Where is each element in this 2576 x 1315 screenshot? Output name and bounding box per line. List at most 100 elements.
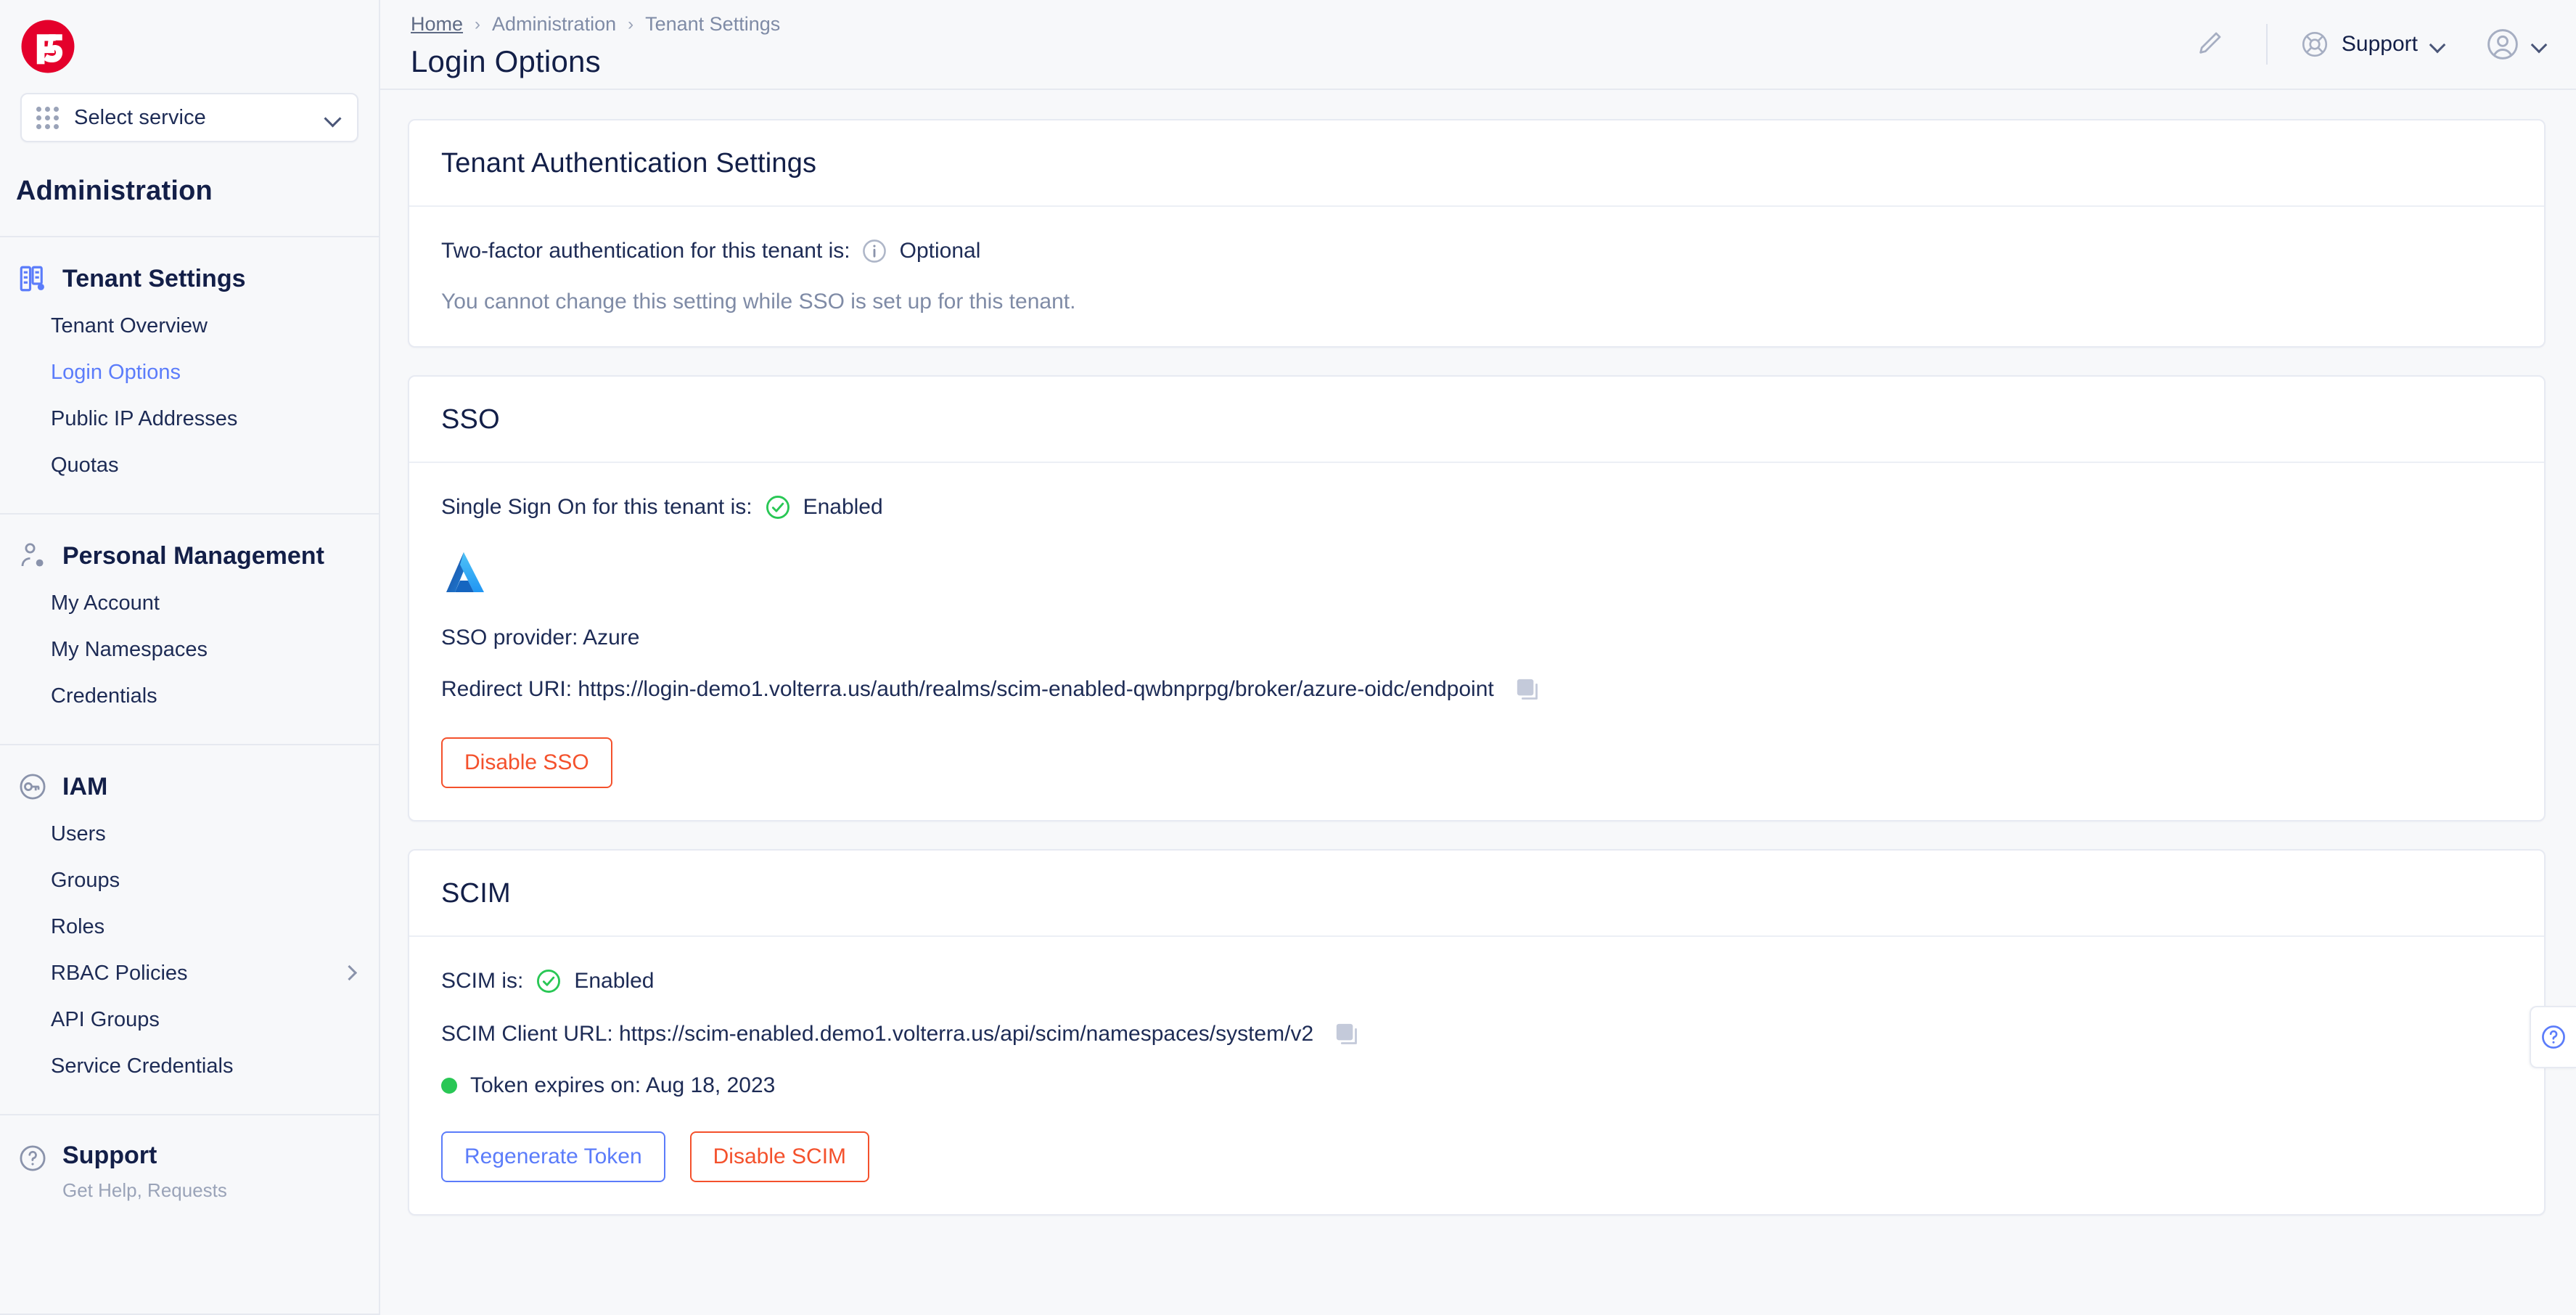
user-avatar-icon [2487,29,2518,60]
divider [2265,24,2268,65]
sidebar-item-label: My Namespaces [51,637,208,661]
question-circle-icon [16,1142,49,1175]
breadcrumb-item-tenant-settings[interactable]: Tenant Settings [645,13,780,36]
card-scim: SCIM SCIM is: Enabled SCIM Client URL: h… [408,849,2546,1216]
copy-icon[interactable] [1332,1020,1361,1049]
sidebar-item-my-account[interactable]: My Account [0,580,379,626]
pencil-icon[interactable] [2188,23,2230,65]
disable-scim-button[interactable]: Disable SCIM [689,1131,870,1182]
topbar-actions: Support [2188,13,2547,75]
sidebar-group-header[interactable]: IAM [0,770,379,803]
main-area: Home › Administration › Tenant Settings … [380,0,2576,1315]
chevron-right-icon [342,966,357,980]
breadcrumb-separator: › [475,14,481,34]
two-factor-label: Two-factor authentication for this tenan… [441,239,850,263]
sidebar-item-label: Credentials [51,684,157,708]
sidebar-item-label: Tenant Overview [51,314,208,337]
sidebar-item-login-options[interactable]: Login Options [0,349,379,396]
sidebar-item-public-ip-addresses[interactable]: Public IP Addresses [0,396,379,442]
f5-logo-icon[interactable] [20,19,75,74]
sidebar-item-label: Groups [51,868,120,892]
card-body: SCIM is: Enabled SCIM Client URL: https:… [409,937,2544,1214]
sidebar-item-label: Users [51,822,106,845]
sidebar-item-label: My Account [51,591,160,615]
sidebar-item-label: RBAC Policies [51,961,188,985]
page-title: Login Options [411,44,601,78]
sidebar-item-groups[interactable]: Groups [0,857,379,904]
grid-apps-icon [36,105,62,131]
sidebar-support-subtitle: Get Help, Requests [62,1179,227,1201]
card-heading: SSO [409,377,2544,463]
sidebar-item-label: API Groups [51,1007,160,1031]
sidebar-item-label: Roles [51,914,105,938]
card-body: Two-factor authentication for this tenan… [409,207,2544,346]
sidebar-item-label: Service Credentials [51,1054,234,1078]
two-factor-note: You cannot change this setting while SSO… [441,290,1076,314]
sso-status-row: Single Sign On for this tenant is: Enabl… [441,493,2512,521]
sidebar-title: Administration [16,176,213,206]
sidebar-item-label: Public IP Addresses [51,406,238,430]
azure-logo [446,552,484,592]
sidebar-item-users[interactable]: Users [0,811,379,857]
sso-redirect-row: Redirect URI: https://login-demo1.volter… [441,675,2512,704]
status-dot-icon [441,1078,457,1094]
topbar: Home › Administration › Tenant Settings … [380,0,2576,90]
iam-key-icon [16,770,49,803]
disable-sso-button[interactable]: Disable SSO [441,737,612,788]
sidebar-group-title: Tenant Settings [62,264,246,292]
sidebar-item-service-credentials[interactable]: Service Credentials [0,1043,379,1089]
scim-actions: Regenerate Token Disable SCIM [441,1131,2512,1182]
user-menu-button[interactable] [2485,26,2547,62]
lifebuoy-icon [2302,31,2327,57]
sidebar-item-credentials[interactable]: Credentials [0,673,379,719]
sidebar-item-rbac-policies[interactable]: RBAC Policies [0,950,379,996]
regenerate-token-button[interactable]: Regenerate Token [441,1131,665,1182]
tenant-settings-icon [16,262,49,295]
help-fab-button[interactable] [2530,1006,2576,1068]
sidebar-support-section[interactable]: Support Get Help, Requests [0,1115,379,1202]
sso-status-label: Single Sign On for this tenant is: [441,495,752,519]
scim-client-url: SCIM Client URL: https://scim-enabled.de… [441,1022,1314,1046]
sidebar-group-header[interactable]: Tenant Settings [0,262,379,295]
info-icon[interactable] [861,237,888,265]
card-sso: SSO Single Sign On for this tenant is: E… [408,375,2546,822]
sidebar-group-title: IAM [62,772,108,800]
sso-redirect-uri: Redirect URI: https://login-demo1.volter… [441,677,1494,701]
support-label: Support [2341,32,2418,56]
sidebar-group-iam: IAM Users Groups Roles RBAC Policies API… [0,745,379,1114]
scim-token-expiry-row: Token expires on: Aug 18, 2023 [441,1073,2512,1098]
copy-icon[interactable] [1513,675,1542,704]
personal-management-icon [16,539,49,573]
sidebar-support-title: Support [62,1142,157,1169]
card-body: Single Sign On for this tenant is: Enabl… [409,463,2544,820]
scim-status-row: SCIM is: Enabled [441,967,2512,995]
scim-status-label: SCIM is: [441,969,524,993]
scim-client-url-row: SCIM Client URL: https://scim-enabled.de… [441,1020,2512,1049]
sidebar-item-roles[interactable]: Roles [0,904,379,950]
scim-token-expiry: Token expires on: Aug 18, 2023 [470,1073,776,1097]
sidebar-item-api-groups[interactable]: API Groups [0,996,379,1043]
breadcrumb-item-administration[interactable]: Administration [492,13,616,36]
sidebar-item-quotas[interactable]: Quotas [0,442,379,488]
breadcrumb-separator: › [628,14,634,34]
chevron-down-icon [2429,36,2445,52]
two-factor-value: Optional [899,239,981,263]
app-root: Select service Administration Tenant Set… [0,0,2576,1315]
check-circle-icon [764,493,792,521]
service-selector[interactable]: Select service [20,93,358,142]
chevron-down-icon [2531,36,2547,52]
breadcrumb-item-home[interactable]: Home [411,13,463,36]
scim-status-value: Enabled [574,969,655,993]
sso-provider-logo-row [441,550,2512,597]
support-menu-button[interactable]: Support [2300,29,2445,60]
sidebar-group-header[interactable]: Personal Management [0,539,379,573]
sidebar-item-my-namespaces[interactable]: My Namespaces [0,626,379,673]
sidebar-logo-row [0,0,379,93]
card-heading: SCIM [409,851,2544,937]
sidebar-item-label: Login Options [51,360,181,384]
sidebar-group-personal-management: Personal Management My Account My Namesp… [0,515,379,744]
content-area: Tenant Authentication Settings Two-facto… [380,90,2576,1315]
sidebar-item-tenant-overview[interactable]: Tenant Overview [0,303,379,349]
chevron-down-icon [324,108,342,127]
sidebar-group-tenant-settings: Tenant Settings Tenant Overview Login Op… [0,237,379,513]
